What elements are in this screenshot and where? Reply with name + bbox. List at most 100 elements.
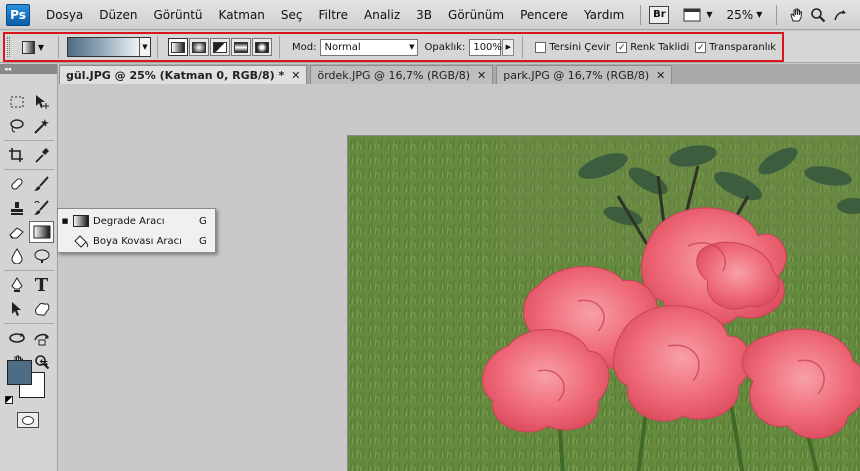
- reverse-checkbox-box[interactable]: [535, 41, 547, 53]
- eyedropper-icon[interactable]: [29, 144, 54, 166]
- dither-checkbox[interactable]: ✓ Renk Taklidi: [616, 41, 690, 53]
- mode-select[interactable]: Normal ▼: [320, 38, 419, 56]
- reverse-checkbox[interactable]: Tersini Çevir: [535, 41, 611, 53]
- options-divider: [58, 36, 59, 58]
- close-icon[interactable]: ✕: [291, 69, 300, 82]
- screen-mode-icon[interactable]: [681, 8, 703, 22]
- tool-preset-picker[interactable]: ▼: [14, 36, 52, 58]
- swap-colors-icon[interactable]: ⇆: [40, 358, 48, 369]
- paint-bucket-icon: [72, 234, 89, 248]
- chevron-down-icon[interactable]: ▼: [756, 10, 762, 19]
- dither-checkbox-box[interactable]: ✓: [616, 41, 628, 53]
- transparency-checkbox[interactable]: ✓ Transparanlık: [695, 41, 777, 53]
- chevron-down-icon[interactable]: ▼: [139, 38, 150, 56]
- photoshop-logo: Ps: [6, 3, 30, 26]
- options-bar: ▼ ▼ Mod: Normal ▼ Opaklık: 100% ▶ Tersin…: [0, 31, 860, 63]
- tab-label: ördek.JPG @ 16,7% (RGB/8): [317, 68, 470, 82]
- angle-gradient-icon: [213, 41, 227, 53]
- flyout-item-paint-bucket[interactable]: Boya Kovası Aracı G: [58, 231, 215, 251]
- color-swatches: ⇆: [5, 358, 50, 404]
- menu-bar: Ps Dosya Düzen Görüntü Katman Seç Filtre…: [0, 0, 860, 30]
- options-grip[interactable]: [7, 37, 10, 57]
- transparency-checkbox-box[interactable]: ✓: [695, 41, 707, 53]
- pen-tool-icon[interactable]: [4, 274, 29, 296]
- blur-tool-icon[interactable]: [4, 245, 29, 267]
- close-icon[interactable]: ✕: [477, 69, 486, 82]
- custom-shape-icon[interactable]: [29, 298, 54, 320]
- move-tool-icon[interactable]: [29, 91, 54, 113]
- flyout-item-gradient[interactable]: ■ Degrade Aracı G: [58, 211, 215, 231]
- hand-icon[interactable]: [785, 7, 807, 23]
- opacity-input[interactable]: 100%: [469, 38, 502, 56]
- tab-park[interactable]: park.JPG @ 16,7% (RGB/8) ✕: [496, 65, 673, 84]
- menu-window[interactable]: Pencere: [512, 8, 576, 22]
- menu-layer[interactable]: Katman: [211, 8, 273, 22]
- photoshop-window: Ps Dosya Düzen Görüntü Katman Seç Filtre…: [0, 0, 860, 471]
- eraser-tool-icon[interactable]: [4, 221, 29, 243]
- foreground-color-swatch[interactable]: [7, 360, 32, 385]
- chevron-down-icon[interactable]: ▼: [706, 10, 712, 19]
- linear-gradient-icon: [171, 41, 185, 53]
- gradient-tool-button[interactable]: [29, 221, 54, 243]
- reverse-label: Tersini Çevir: [549, 41, 611, 53]
- marquee-tool-icon[interactable]: [4, 91, 29, 113]
- canvas-area: [59, 84, 860, 471]
- gradient-picker[interactable]: ▼: [67, 37, 151, 57]
- brush-tool-icon[interactable]: [29, 173, 54, 195]
- close-icon[interactable]: ✕: [656, 69, 665, 82]
- crop-tool-icon[interactable]: [4, 144, 29, 166]
- transparency-label: Transparanlık: [709, 41, 777, 53]
- menu-image[interactable]: Görüntü: [145, 8, 210, 22]
- gradient-tool-icon: [21, 40, 35, 54]
- menu-select[interactable]: Seç: [273, 8, 311, 22]
- angle-gradient-button[interactable]: [210, 38, 230, 56]
- menu-view[interactable]: Görünüm: [440, 8, 512, 22]
- opacity-label: Opaklık:: [424, 41, 466, 53]
- default-colors-icon[interactable]: [5, 396, 13, 404]
- toolbox-collapse-icon[interactable]: ◂◂: [0, 64, 57, 74]
- options-divider: [157, 36, 158, 58]
- menu-analysis[interactable]: Analiz: [356, 8, 408, 22]
- 3d-orbit-icon[interactable]: [29, 327, 54, 349]
- flyout-shortcut: G: [199, 215, 207, 227]
- menu-help[interactable]: Yardım: [576, 8, 632, 22]
- gradient-tool-icon: [72, 214, 89, 228]
- dodge-tool-icon[interactable]: [29, 245, 54, 267]
- lasso-tool-icon[interactable]: [4, 115, 29, 137]
- healing-brush-icon[interactable]: [4, 173, 29, 195]
- quick-mask-button[interactable]: [17, 412, 39, 428]
- tool-list: T: [4, 90, 54, 374]
- reflected-gradient-button[interactable]: [231, 38, 251, 56]
- menu-edit[interactable]: Düzen: [91, 8, 145, 22]
- menu-3d[interactable]: 3B: [408, 8, 440, 22]
- rose-photo[interactable]: [348, 136, 860, 471]
- path-selection-icon[interactable]: [4, 298, 29, 320]
- dither-label: Renk Taklidi: [630, 41, 690, 53]
- zoom-tool-icon[interactable]: [807, 7, 829, 23]
- reflected-gradient-icon: [234, 41, 248, 53]
- opacity-slider-button[interactable]: ▶: [502, 38, 515, 56]
- menu-file[interactable]: Dosya: [38, 8, 91, 22]
- clone-stamp-icon[interactable]: [4, 197, 29, 219]
- rotate-view-icon[interactable]: [829, 7, 851, 23]
- type-tool-icon[interactable]: T: [29, 274, 54, 296]
- menu-filter[interactable]: Filtre: [311, 8, 356, 22]
- tab-gul[interactable]: gül.JPG @ 25% (Katman 0, RGB/8) * ✕: [59, 65, 308, 84]
- diamond-gradient-button[interactable]: [252, 38, 272, 56]
- menubar-divider: [640, 4, 642, 25]
- gradient-type-group: [168, 38, 273, 56]
- radial-gradient-button[interactable]: [189, 38, 209, 56]
- zoom-level[interactable]: 25%: [727, 8, 754, 22]
- magic-wand-icon[interactable]: [29, 115, 54, 137]
- chevron-down-icon: ▼: [409, 43, 415, 51]
- linear-gradient-button[interactable]: [168, 38, 188, 56]
- tab-ordek[interactable]: ördek.JPG @ 16,7% (RGB/8) ✕: [310, 65, 494, 84]
- gradient-preview[interactable]: [68, 38, 139, 56]
- mode-label: Mod:: [292, 41, 317, 53]
- 3d-rotate-icon[interactable]: [4, 327, 29, 349]
- mode-value: Normal: [324, 41, 361, 53]
- radial-gradient-icon: [192, 41, 206, 53]
- history-brush-icon[interactable]: [29, 197, 54, 219]
- bridge-button[interactable]: Br: [649, 5, 670, 24]
- selected-bullet-icon: ■: [61, 217, 69, 225]
